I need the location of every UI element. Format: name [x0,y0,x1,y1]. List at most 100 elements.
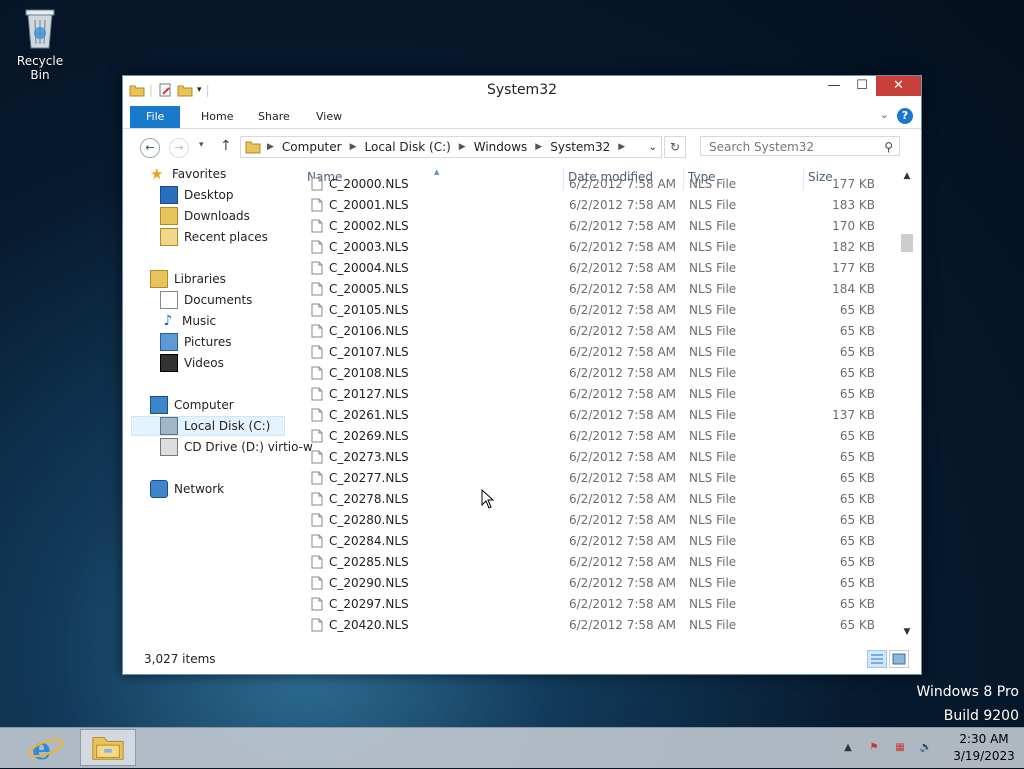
search-input[interactable]: Search System32 ⚲ [700,136,900,156]
table-row[interactable]: C_20284.NLS 6/2/2012 7:58 AM NLS File 65 KB [301,531,891,552]
tab-file[interactable]: File [130,106,181,128]
scroll-down-icon[interactable]: ▼ [899,624,915,640]
details-view-button[interactable] [867,650,887,668]
internet-explorer-icon: e [28,732,64,767]
show-hidden-icons-icon[interactable]: ▲ [840,740,856,756]
file-type: NLS File [689,576,737,590]
clock-date: 3/19/2023 [953,749,1015,763]
vertical-scrollbar[interactable]: ▲ ▼ [899,164,915,642]
scroll-thumb[interactable] [901,234,913,252]
table-row[interactable]: C_20106.NLS 6/2/2012 7:58 AM NLS File 65 KB [301,321,891,342]
table-row[interactable]: C_20269.NLS 6/2/2012 7:58 AM NLS File 65 KB [301,426,891,447]
search-icon[interactable]: ⚲ [884,137,893,157]
file-size: 65 KB [839,345,875,359]
volume-muted-icon[interactable]: 🔈 [918,740,934,756]
nav-favorites[interactable]: ★ Favorites [150,164,226,184]
tab-share[interactable]: Share [248,106,300,128]
file-list: Name ▲ Date modified Type Size C_20000.N… [301,164,891,642]
table-row[interactable]: C_20297.NLS 6/2/2012 7:58 AM NLS File 65 KB [301,594,891,615]
crumb-local-disk[interactable]: Local Disk (C:) [365,140,451,154]
crumb-computer[interactable]: Computer [282,140,342,154]
file-date: 6/2/2012 7:58 AM [569,366,677,380]
nav-network[interactable]: Network [150,479,224,499]
nav-computer-label: Computer [174,398,234,412]
nav-downloads-label: Downloads [184,209,250,223]
table-row[interactable]: C_20280.NLS 6/2/2012 7:58 AM NLS File 65 KB [301,510,891,531]
crumb-separator-icon[interactable]: ▶ [459,142,466,152]
table-row[interactable]: C_20108.NLS 6/2/2012 7:58 AM NLS File 65 KB [301,363,891,384]
crumb-windows[interactable]: Windows [474,140,528,154]
file-name: C_20273.NLS [329,450,409,464]
table-row[interactable]: C_20278.NLS 6/2/2012 7:58 AM NLS File 65 KB [301,489,891,510]
nav-computer[interactable]: Computer [150,395,234,415]
table-row[interactable]: C_20277.NLS 6/2/2012 7:58 AM NLS File 65 KB [301,468,891,489]
expand-ribbon-icon[interactable]: ⌄ [880,108,889,121]
internet-explorer-button[interactable]: e [18,729,74,767]
nav-libraries[interactable]: Libraries [150,269,226,289]
folder-icon [245,141,261,154]
refresh-button[interactable]: ↻ [664,136,686,158]
address-bar[interactable]: ▶ Computer ▶ Local Disk (C:) ▶ Windows ▶… [240,136,662,158]
large-icons-view-button[interactable] [889,650,909,668]
file-name: C_20285.NLS [329,555,409,569]
network-status-icon[interactable]: ▦ [892,740,908,756]
table-row[interactable]: C_20107.NLS 6/2/2012 7:58 AM NLS File 65 KB [301,342,891,363]
table-row[interactable]: C_20285.NLS 6/2/2012 7:58 AM NLS File 65 KB [301,552,891,573]
up-button[interactable]: ↑ [220,138,232,154]
file-date: 6/2/2012 7:58 AM [569,555,677,569]
table-row[interactable]: C_20105.NLS 6/2/2012 7:58 AM NLS File 65 KB [301,300,891,321]
table-row[interactable]: C_20003.NLS 6/2/2012 7:58 AM NLS File 182 K… [301,237,891,258]
nav-desktop[interactable]: Desktop [160,185,234,205]
file-name: C_20277.NLS [329,471,409,485]
recycle-bin-shortcut[interactable]: Recycle Bin [6,6,74,82]
crumb-separator-icon[interactable]: ▶ [618,142,625,152]
nav-music[interactable]: ♪ Music [160,311,217,331]
nav-local-disk[interactable]: Local Disk (C:) [131,416,285,436]
help-icon[interactable]: ? [897,108,913,124]
file-size: 65 KB [839,429,875,443]
file-name: C_20261.NLS [329,408,409,422]
file-icon [311,576,323,590]
crumb-system32[interactable]: System32 [550,140,610,154]
forward-button[interactable]: → [169,138,189,158]
clock[interactable]: 2:30 AM 3/19/2023 [944,731,1024,765]
table-row[interactable]: C_20002.NLS 6/2/2012 7:58 AM NLS File 170 K… [301,216,891,237]
nav-pictures[interactable]: Pictures [160,332,232,352]
table-row[interactable]: C_20290.NLS 6/2/2012 7:58 AM NLS File 65 KB [301,573,891,594]
table-row[interactable]: C_20420.NLS 6/2/2012 7:58 AM NLS File 65 KB [301,615,891,636]
tab-home[interactable]: Home [191,106,243,128]
title-bar[interactable]: | ▾ | System32 — ☐ ✕ [123,76,921,104]
tab-view[interactable]: View [306,106,352,128]
minimize-button[interactable]: — [820,76,848,96]
ribbon: File Home Share View ⌄ ? [123,104,921,129]
action-center-flag-icon[interactable]: ⚑ [866,740,882,756]
nav-cd-drive[interactable]: CD Drive (D:) virtio-w [160,437,313,457]
nav-recent-places[interactable]: Recent places [160,227,268,247]
address-dropdown-icon[interactable]: ⌄ [649,142,657,153]
table-row[interactable]: C_20261.NLS 6/2/2012 7:58 AM NLS File 137 K… [301,405,891,426]
close-button[interactable]: ✕ [876,76,921,96]
maximize-button[interactable]: ☐ [848,76,876,96]
nav-downloads[interactable]: Downloads [160,206,250,226]
music-icon: ♪ [163,313,173,329]
table-row[interactable]: C_20005.NLS 6/2/2012 7:58 AM NLS File 184 K… [301,279,891,300]
crumb-separator-icon[interactable]: ▶ [267,142,274,152]
network-icon [150,480,168,498]
file-icon [311,492,323,506]
table-row[interactable]: C_20273.NLS 6/2/2012 7:58 AM NLS File 65 KB [301,447,891,468]
table-row[interactable]: C_20001.NLS 6/2/2012 7:58 AM NLS File 183 K… [301,195,891,216]
file-type: NLS File [689,555,737,569]
file-name: C_20127.NLS [329,387,409,401]
recent-locations-icon[interactable]: ▾ [199,140,204,150]
crumb-separator-icon[interactable]: ▶ [350,142,357,152]
table-row[interactable]: C_20004.NLS 6/2/2012 7:58 AM NLS File 177 K… [301,258,891,279]
back-button[interactable]: ← [140,138,160,158]
nav-videos[interactable]: Videos [160,353,224,373]
table-row[interactable]: C_20000.NLS 6/2/2012 7:58 AM NLS File 177 K… [301,174,891,195]
nav-documents[interactable]: Documents [160,290,252,310]
table-row[interactable]: C_20127.NLS 6/2/2012 7:58 AM NLS File 65 KB [301,384,891,405]
file-icon [311,471,323,485]
file-explorer-button[interactable] [80,729,136,766]
crumb-separator-icon[interactable]: ▶ [535,142,542,152]
scroll-up-icon[interactable]: ▲ [899,168,915,184]
